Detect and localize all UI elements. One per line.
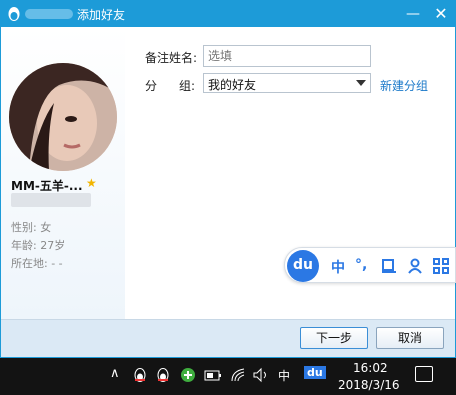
next-button[interactable]: 下一步: [300, 327, 368, 349]
window-title: 添加好友: [77, 8, 126, 22]
add-friend-window: 添加好友 — ✕ MM-五羊-... ★ 性别: 女 年龄: 27岁 所在地: …: [0, 0, 456, 358]
button-bar: 下一步 取消: [1, 319, 455, 357]
account-name-blurred: [25, 9, 73, 19]
remark-input[interactable]: [203, 45, 371, 67]
battery-icon[interactable]: [204, 368, 222, 382]
group-select-value: 我的好友: [208, 78, 257, 92]
cancel-button[interactable]: 取消: [376, 327, 444, 349]
group-select[interactable]: 我的好友: [203, 73, 371, 93]
gender-info: 性别: 女: [11, 221, 52, 234]
ime-badge-icon[interactable]: du: [304, 366, 326, 379]
notification-icon[interactable]: [415, 366, 433, 382]
account-id-blurred: [11, 193, 91, 207]
clock-time[interactable]: 16:02: [353, 361, 388, 375]
qq-penguin-icon: [8, 7, 20, 21]
age-info: 年龄: 27岁: [11, 239, 66, 252]
title-bar[interactable]: 添加好友 — ✕: [1, 1, 455, 27]
ime-punctuation-toggle[interactable]: °,: [355, 257, 367, 273]
profile-panel: MM-五羊-... ★ 性别: 女 年龄: 27岁 所在地: - -: [1, 27, 125, 319]
minimize-button[interactable]: —: [399, 1, 427, 27]
chevron-down-icon: [356, 80, 366, 86]
wifi-icon[interactable]: [230, 367, 246, 383]
volume-icon[interactable]: [252, 367, 270, 383]
qq-tray-icon-2[interactable]: [155, 367, 171, 383]
ime-chinese-toggle[interactable]: 中: [331, 257, 345, 277]
taskbar: ∧ 中 du 16:02 2018/3/16: [0, 358, 456, 395]
new-group-link[interactable]: 新建分组: [380, 77, 428, 94]
group-label-part1: 分: [145, 79, 158, 93]
clock-date[interactable]: 2018/3/16: [338, 378, 400, 392]
browser-tray-icon[interactable]: [180, 367, 196, 383]
tray-expand-icon[interactable]: ∧: [110, 366, 120, 381]
remark-label: 备注姓名:: [145, 51, 198, 65]
qq-tray-icon[interactable]: [132, 367, 148, 383]
ime-mode-indicator[interactable]: 中: [278, 367, 290, 384]
group-label-part2: 组:: [179, 79, 196, 93]
user-icon[interactable]: [407, 258, 423, 274]
contact-name: MM-五羊-...: [11, 179, 83, 193]
ime-logo[interactable]: du: [287, 250, 319, 282]
cup-icon[interactable]: [381, 258, 397, 274]
location-info: 所在地: - -: [11, 257, 63, 270]
grid-icon[interactable]: [433, 258, 449, 274]
ime-toolbar[interactable]: du 中 °,: [284, 247, 456, 283]
close-button[interactable]: ✕: [427, 1, 455, 27]
star-icon: ★: [86, 176, 97, 190]
avatar[interactable]: [9, 63, 117, 171]
